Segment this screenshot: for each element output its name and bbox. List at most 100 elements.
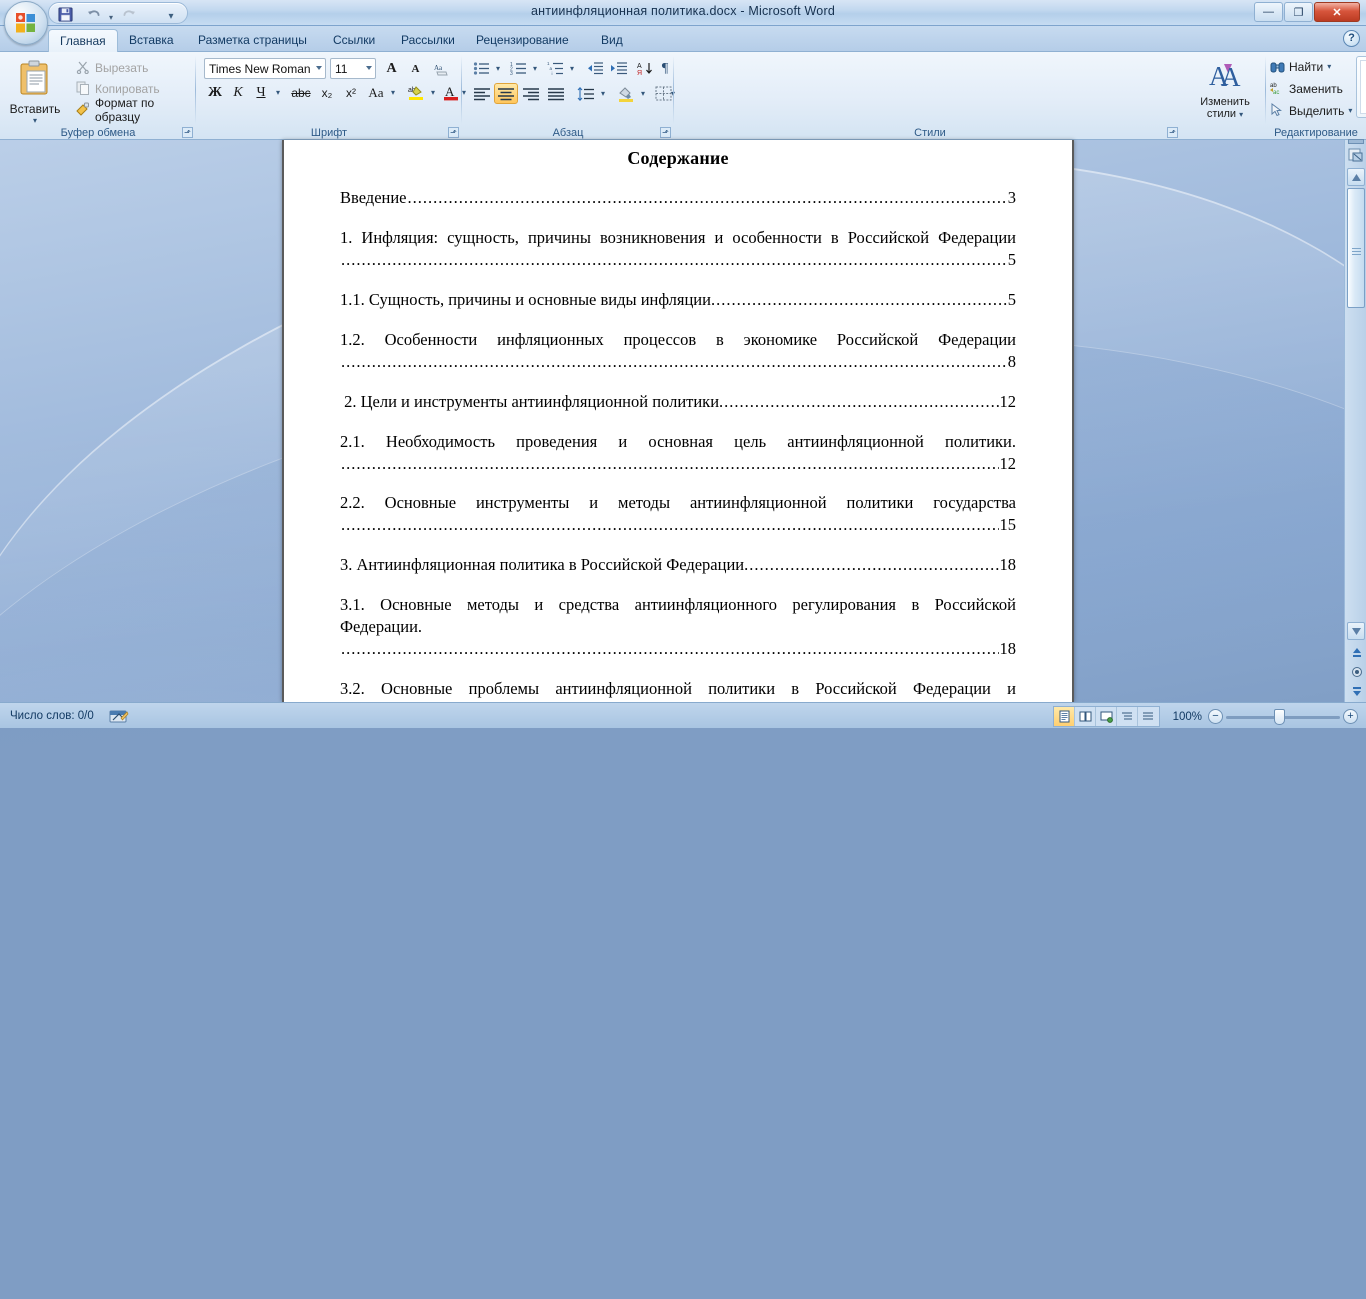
text-highlight-icon[interactable]: ab (404, 82, 428, 103)
toc-entry[interactable]: 3.2. Основные проблемы антиинфляционной … (340, 678, 1016, 702)
toc-entry[interactable]: 2.1. Необходимость проведения и основная… (340, 431, 1016, 475)
view-draft-button[interactable] (1138, 707, 1159, 726)
split-window-handle[interactable] (1348, 139, 1364, 144)
toc-entry[interactable]: 1.2. Особенности инфляционных процессов … (340, 329, 1016, 373)
replace-button[interactable]: Заменить (1288, 78, 1360, 99)
multilevel-dropdown-icon[interactable]: ▾ (566, 58, 578, 79)
find-button[interactable]: Найти ▾ (1288, 56, 1360, 77)
underline-dropdown-icon[interactable]: ▾ (272, 82, 284, 103)
tab-mailings[interactable]: Рассылки (390, 29, 466, 52)
undo-icon[interactable] (83, 5, 103, 23)
align-right-icon[interactable] (519, 83, 543, 104)
previous-page-button[interactable] (1349, 645, 1364, 660)
select-button[interactable]: Выделить ▾ (1288, 100, 1366, 121)
toc-entry[interactable]: Введение................................… (340, 187, 1016, 209)
help-icon[interactable]: ? (1343, 30, 1360, 47)
zoom-level-label[interactable]: 100% (1166, 711, 1202, 723)
bullets-icon[interactable] (470, 58, 492, 79)
highlight-dropdown-icon[interactable]: ▾ (427, 82, 439, 103)
align-center-icon[interactable] (494, 83, 518, 104)
multilevel-list-icon[interactable]: 1ai (544, 58, 566, 79)
zoom-slider[interactable]: − + (1208, 707, 1358, 727)
zoom-in-button[interactable]: + (1343, 709, 1358, 724)
tab-page-layout[interactable]: Разметка страницы (187, 29, 318, 52)
zoom-slider-thumb[interactable] (1274, 709, 1285, 725)
clipboard-dialog-launcher[interactable]: ⬏ (182, 127, 193, 138)
toc-entry[interactable]: 2. Цели и инструменты антиинфляционной п… (340, 391, 1016, 413)
word-count-label[interactable]: Число слов: 0/0 (10, 710, 94, 722)
toc-entry[interactable]: 2.2. Основные инструменты и методы антии… (340, 492, 1016, 536)
change-case-button[interactable]: Aa (364, 82, 388, 103)
next-page-button[interactable] (1349, 683, 1364, 698)
save-icon[interactable] (55, 5, 75, 23)
numbering-dropdown-icon[interactable]: ▾ (529, 58, 541, 79)
line-spacing-icon[interactable] (574, 83, 598, 104)
minimize-button[interactable]: — (1254, 2, 1283, 22)
styles-group-label: Стили (674, 127, 1186, 139)
grow-font-button[interactable]: A (380, 58, 403, 79)
shading-icon[interactable] (614, 83, 638, 104)
tab-insert[interactable]: Вставка (118, 29, 185, 52)
shrink-font-button[interactable]: A (404, 58, 427, 79)
tab-view[interactable]: Вид (590, 29, 634, 52)
scroll-down-button[interactable] (1347, 622, 1365, 640)
justify-icon[interactable] (544, 83, 568, 104)
increase-indent-icon[interactable] (608, 58, 630, 79)
paragraph-dialog-launcher[interactable]: ⬏ (660, 127, 671, 138)
font-dialog-launcher[interactable]: ⬏ (448, 127, 459, 138)
clear-formatting-icon[interactable]: Aa (430, 58, 454, 79)
tab-home[interactable]: Главная (48, 29, 118, 52)
document-map-icon[interactable] (1347, 146, 1365, 164)
scroll-up-button[interactable] (1347, 168, 1365, 186)
close-button[interactable]: ✕ (1314, 2, 1360, 22)
styles-dialog-launcher[interactable]: ⬏ (1167, 127, 1178, 138)
change-styles-label[interactable]: Изменить стили ▾ (1186, 96, 1264, 121)
format-painter-button[interactable]: Формат по образцу (72, 99, 194, 120)
proofing-status-icon[interactable] (108, 707, 130, 725)
strikethrough-button[interactable]: abc (288, 82, 314, 103)
toc-entry[interactable]: 1. Инфляция: сущность, причины возникнов… (340, 227, 1016, 271)
office-button[interactable] (4, 1, 48, 45)
tab-references[interactable]: Ссылки (322, 29, 386, 52)
underline-button[interactable]: Ч (250, 82, 272, 103)
document-page[interactable]: Содержание Введение.....................… (282, 140, 1074, 702)
sort-icon[interactable]: АЯ (634, 58, 656, 79)
toc-entry-text: 3. Антиинфляционная политика в Российско… (340, 554, 748, 576)
paste-dropdown-icon[interactable]: ▾ (4, 116, 66, 125)
customize-qat-icon[interactable]: ▾ (161, 7, 181, 25)
font-family-combo[interactable]: Times New Roman (204, 58, 326, 79)
paste-icon[interactable] (14, 56, 56, 100)
select-browse-object-button[interactable] (1349, 664, 1364, 679)
numbering-icon[interactable]: 123 (507, 58, 529, 79)
align-left-icon[interactable] (470, 83, 494, 104)
toc-entry[interactable]: 1.1. Сущность, причины и основные виды и… (340, 289, 1016, 311)
undo-dropdown-icon[interactable]: ▾ (101, 8, 121, 26)
document-body[interactable]: Содержание Введение.....................… (284, 140, 1072, 702)
maximize-button[interactable]: ❐ (1284, 2, 1313, 22)
paste-button-label[interactable]: Вставить (4, 102, 66, 116)
tab-review[interactable]: Рецензирование (465, 29, 580, 52)
toc-entry[interactable]: 3.1. Основные методы и средства антиинфл… (340, 594, 1016, 660)
change-case-dropdown-icon[interactable]: ▾ (387, 82, 399, 103)
italic-button[interactable]: К (227, 82, 249, 103)
bullets-dropdown-icon[interactable]: ▾ (492, 58, 504, 79)
view-web-layout-button[interactable] (1096, 707, 1117, 726)
redo-icon[interactable] (119, 5, 139, 23)
view-full-screen-reading-button[interactable] (1075, 707, 1096, 726)
toc-entry[interactable]: 3. Антиинфляционная политика в Российско… (340, 554, 1016, 576)
bold-button[interactable]: Ж (204, 82, 226, 103)
vertical-scrollbar[interactable] (1344, 140, 1366, 702)
font-size-combo[interactable]: 11 (330, 58, 376, 79)
view-print-layout-button[interactable] (1054, 707, 1075, 726)
decrease-indent-icon[interactable] (584, 58, 606, 79)
line-spacing-dropdown-icon[interactable]: ▾ (597, 83, 609, 104)
subscript-button[interactable]: x₂ (315, 82, 339, 103)
shading-dropdown-icon[interactable]: ▾ (637, 83, 649, 104)
scrollbar-thumb[interactable] (1347, 188, 1365, 308)
view-outline-button[interactable] (1117, 707, 1138, 726)
toc-entry-text: 2. Цели и инструменты антиинфляционной п… (340, 391, 723, 413)
change-styles-icon[interactable]: A A (1202, 56, 1246, 94)
formatting-marks-button[interactable]: ¶ (656, 58, 674, 79)
zoom-out-button[interactable]: − (1208, 709, 1223, 724)
superscript-button[interactable]: x² (339, 82, 363, 103)
